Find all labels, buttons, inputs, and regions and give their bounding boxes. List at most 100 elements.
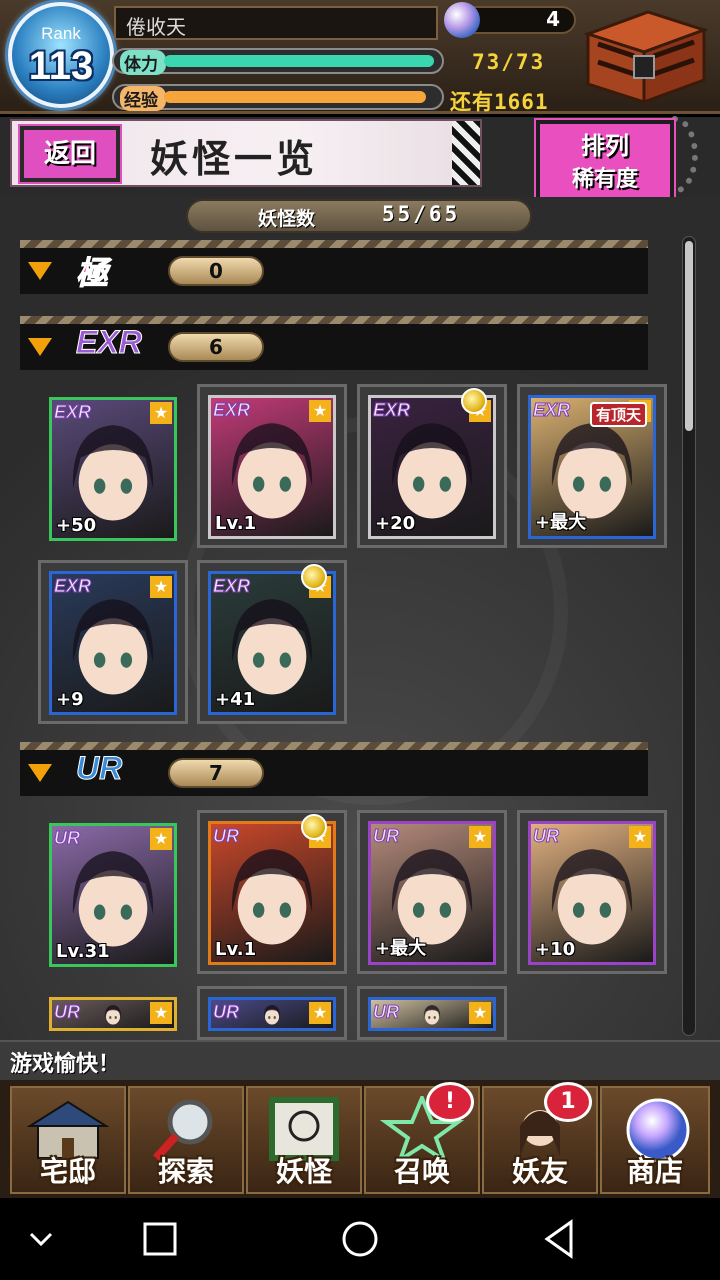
rank-label: Rank bbox=[41, 24, 81, 43]
status-message: 游戏愉快！ bbox=[0, 1040, 720, 1080]
star-icon: ★ bbox=[469, 1002, 491, 1024]
gold-medal-icon bbox=[301, 564, 327, 590]
home-icon[interactable] bbox=[337, 1216, 383, 1262]
bottom-nav: 宅邸 探索 妖怪 ! 召唤 1 妖友 商店 bbox=[0, 1080, 720, 1198]
scrollbar[interactable] bbox=[682, 236, 696, 1036]
monster-card[interactable]: UR ★ bbox=[357, 986, 507, 1040]
nav-house[interactable]: 宅邸 bbox=[10, 1086, 126, 1194]
back-triangle-icon[interactable] bbox=[537, 1216, 583, 1262]
chevron-down-icon[interactable] bbox=[18, 1216, 64, 1262]
nav-label: 妖友 bbox=[511, 1155, 568, 1188]
monster-count-label: 妖怪数 bbox=[258, 208, 316, 230]
rarity-badge: UR bbox=[54, 828, 81, 849]
exp-fill bbox=[164, 91, 426, 103]
star-icon: ★ bbox=[150, 576, 172, 598]
nav-summon[interactable]: ! 召唤 bbox=[364, 1082, 480, 1194]
gold-medal-icon bbox=[461, 388, 487, 414]
rarity-badge: UR bbox=[533, 826, 560, 847]
stamina-bar: 体力 bbox=[112, 48, 444, 75]
monster-portrait: UR ★ bbox=[208, 997, 336, 1031]
monster-portrait: EXR ★ Lv.1 bbox=[208, 395, 336, 539]
section-count: 6 bbox=[168, 332, 264, 362]
card-level: +10 bbox=[535, 939, 576, 960]
sort-label: 排列 bbox=[581, 132, 629, 160]
exp-label: 经验 bbox=[120, 86, 166, 111]
card-level: +最大 bbox=[535, 512, 587, 533]
rarity-label: UR bbox=[75, 750, 123, 787]
rarity-badge: EXR bbox=[532, 400, 571, 421]
rarity-badge: UR bbox=[373, 1002, 400, 1023]
back-button[interactable]: 返回 bbox=[18, 124, 122, 184]
status-tag: 有顶天 bbox=[589, 402, 647, 427]
monster-portrait: UR ★ +最大 bbox=[368, 821, 496, 965]
collapse-arrow-icon[interactable] bbox=[28, 764, 52, 782]
gem-value: 4 bbox=[546, 7, 560, 31]
sort-button[interactable]: 排列 稀有度 bbox=[534, 118, 676, 204]
status-header: Rank 113 倦收天 4 体力 73/73 经验 还有1661 bbox=[0, 0, 720, 114]
rarity-badge: EXR bbox=[372, 400, 411, 421]
card-level: +9 bbox=[56, 689, 84, 710]
recents-icon[interactable] bbox=[137, 1216, 183, 1262]
monster-card[interactable]: UR ★ +10 bbox=[517, 810, 667, 974]
monster-portrait: EXR★有顶天+最大 bbox=[528, 395, 656, 539]
monster-card[interactable]: EXR ★ +50 bbox=[38, 386, 188, 550]
nav-label: 召唤 bbox=[393, 1155, 450, 1188]
stamina-value: 73/73 bbox=[472, 50, 546, 74]
monster-count: 妖怪数 55/65 bbox=[186, 199, 532, 233]
rarity-label: EXR bbox=[76, 324, 143, 361]
nav-shop[interactable]: 商店 bbox=[600, 1086, 710, 1194]
rarity-badge: UR bbox=[373, 826, 400, 847]
treasure-chest-icon[interactable] bbox=[578, 4, 712, 108]
sort-mode: 稀有度 bbox=[571, 167, 638, 192]
collapse-arrow-icon[interactable] bbox=[28, 262, 52, 280]
monster-count-value: 55/65 bbox=[382, 202, 461, 226]
rarity-badge: EXR bbox=[212, 576, 251, 597]
monster-card[interactable]: UR ★ bbox=[38, 986, 188, 1040]
nav-friends[interactable]: 1 妖友 bbox=[482, 1082, 598, 1194]
rarity-badge: EXR bbox=[53, 402, 92, 423]
card-level: +最大 bbox=[375, 938, 427, 959]
collapse-arrow-icon[interactable] bbox=[28, 338, 52, 356]
monster-portrait: UR ★ bbox=[368, 997, 496, 1031]
nav-label: 宅邸 bbox=[39, 1155, 96, 1188]
rank-badge[interactable]: Rank 113 bbox=[8, 2, 114, 108]
star-icon: ★ bbox=[469, 826, 491, 848]
exp-bar: 经验 bbox=[112, 84, 444, 111]
card-level: Lv.31 bbox=[56, 941, 110, 962]
monster-portrait: EXR★+20 bbox=[368, 395, 496, 539]
section-header-exr[interactable]: EXR 6 bbox=[20, 316, 648, 370]
card-level: +50 bbox=[56, 515, 97, 536]
scroll-thumb[interactable] bbox=[685, 241, 693, 431]
monster-card[interactable]: EXR★有顶天+最大 bbox=[517, 384, 667, 548]
page-title: 妖怪一览 bbox=[150, 136, 319, 181]
rarity-label: 極 bbox=[75, 255, 109, 292]
card-level: Lv.1 bbox=[215, 513, 257, 534]
monster-card[interactable]: UR ★ +最大 bbox=[357, 810, 507, 974]
nav-label: 探索 bbox=[157, 1155, 214, 1188]
rarity-badge: UR bbox=[213, 826, 240, 847]
nav-explore[interactable]: 探索 bbox=[128, 1086, 244, 1194]
section-header-ur[interactable]: UR 7 bbox=[20, 742, 648, 796]
monster-card[interactable]: UR ★ bbox=[197, 986, 347, 1040]
system-navigation bbox=[0, 1198, 720, 1280]
monster-card[interactable]: UR ★ Lv.31 bbox=[38, 812, 188, 976]
notification-badge: ! bbox=[426, 1082, 474, 1122]
star-icon: ★ bbox=[150, 828, 172, 850]
monster-card[interactable]: EXR ★ +9 bbox=[38, 560, 188, 724]
nav-label: 商店 bbox=[626, 1155, 683, 1188]
gem-icon bbox=[444, 2, 480, 38]
section-count: 0 bbox=[168, 256, 264, 286]
monster-card[interactable]: EXR ★ Lv.1 bbox=[197, 384, 347, 548]
player-name: 倦收天 bbox=[114, 6, 438, 40]
exp-value: 还有1661 bbox=[450, 90, 549, 114]
rank-value: 113 bbox=[28, 44, 94, 88]
section-count: 7 bbox=[168, 758, 264, 788]
rarity-badge: UR bbox=[54, 1002, 81, 1023]
monster-portrait: EXR ★ +9 bbox=[49, 571, 177, 715]
star-icon: ★ bbox=[309, 400, 331, 422]
rarity-badge: EXR bbox=[212, 400, 251, 421]
stamina-label: 体力 bbox=[120, 50, 166, 75]
nav-monsters[interactable]: 妖怪 bbox=[246, 1086, 362, 1194]
monster-portrait: UR ★ +10 bbox=[528, 821, 656, 965]
section-header-kiwami[interactable]: 極 0 bbox=[20, 240, 648, 294]
